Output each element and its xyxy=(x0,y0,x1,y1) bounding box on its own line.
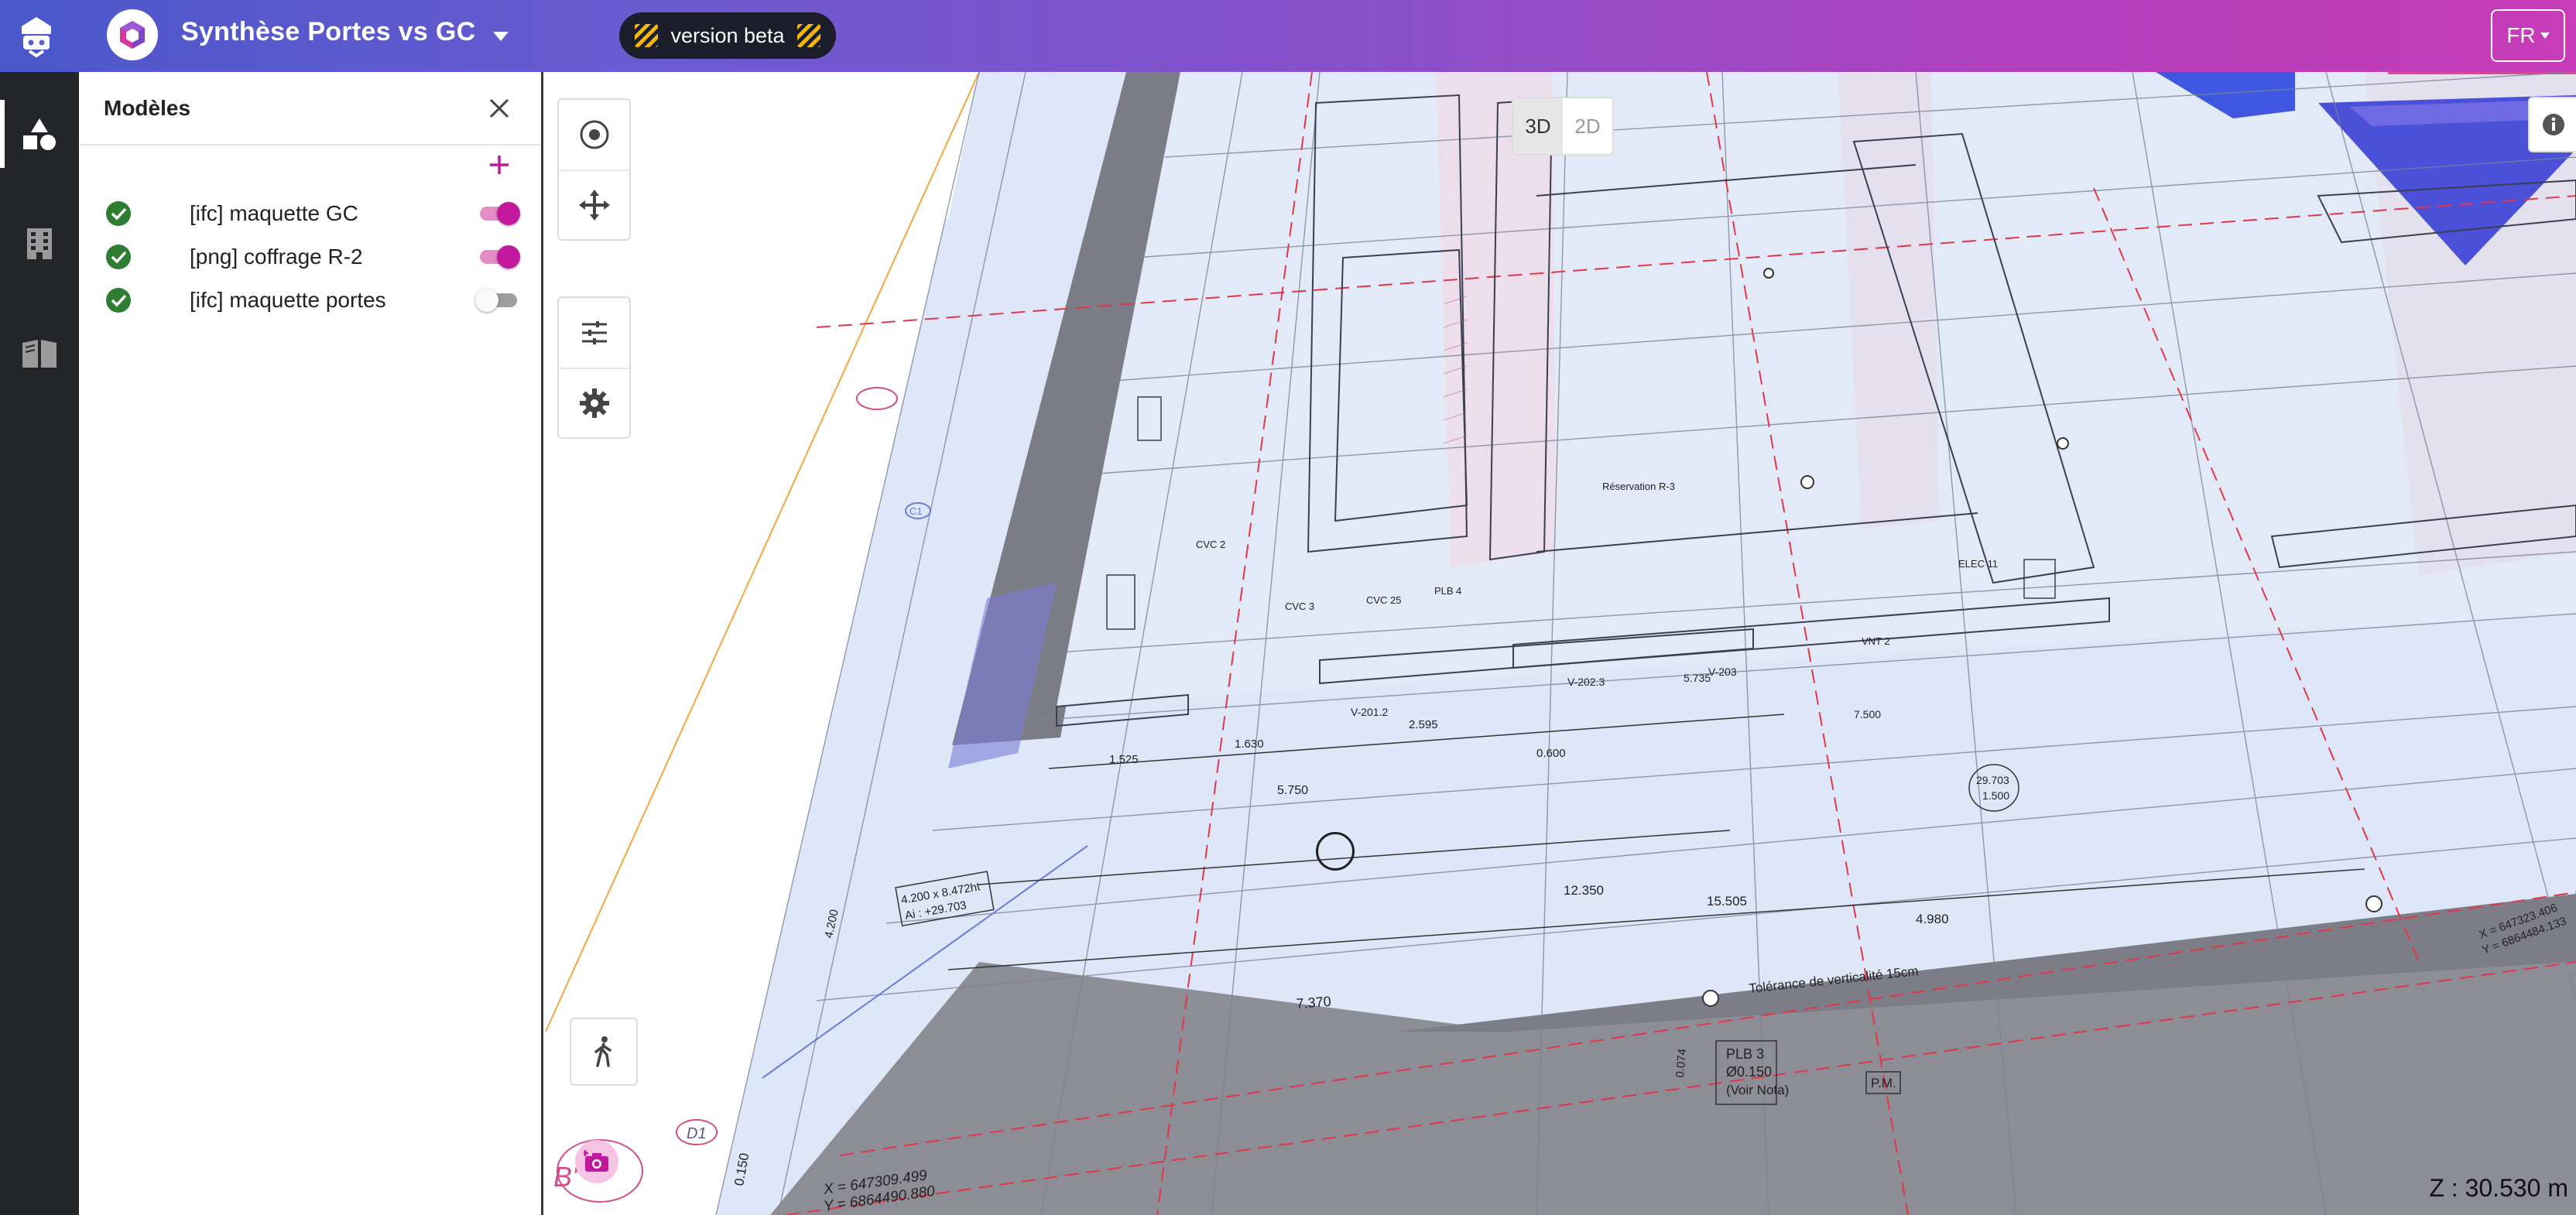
models-panel: Modèles [ifc] maquette GC [png] coffrage… xyxy=(79,72,543,1215)
model-row[interactable]: [png] coffrage R-2 xyxy=(79,235,543,279)
dim-1525: 1.525 xyxy=(1109,753,1139,766)
axis-c1-label: C1 xyxy=(909,505,923,517)
left-rail xyxy=(0,72,79,1215)
camera-icon xyxy=(584,1150,608,1172)
v2012-label: V-201.2 xyxy=(1351,706,1388,718)
plb3-label: PLB 3 xyxy=(1726,1046,1764,1062)
cvc2-label: CVC 2 xyxy=(1196,539,1225,550)
construction-icon xyxy=(635,24,659,47)
dim-1630: 1.630 xyxy=(1235,738,1264,751)
close-icon[interactable] xyxy=(482,91,516,125)
navigation-tools xyxy=(557,98,631,241)
mode-3d-button[interactable]: 3D xyxy=(1513,98,1563,154)
3d-viewport[interactable]: Tolérance de verticalité 15cm PLB 3 Ø0.1… xyxy=(546,72,2576,1215)
plb3-dia-label: Ø0.150 xyxy=(1726,1064,1772,1080)
walk-icon xyxy=(594,1036,611,1067)
rail-item-objects[interactable] xyxy=(0,87,79,180)
visibility-toggle[interactable] xyxy=(475,200,522,228)
dim-15505: 15.505 xyxy=(1707,894,1747,909)
dim-2595: 2.595 xyxy=(1409,718,1438,731)
panel-title: Modèles xyxy=(104,95,191,120)
book-icon xyxy=(22,340,57,368)
chevron-down-icon[interactable] xyxy=(488,23,514,50)
brand-logo-icon[interactable] xyxy=(0,0,72,72)
language-label: FR xyxy=(2506,23,2536,47)
add-model-button[interactable] xyxy=(484,149,515,180)
screenshot-button[interactable] xyxy=(575,1140,618,1183)
objects-icon xyxy=(23,118,56,150)
axis-d1-label: D1 xyxy=(687,1125,707,1142)
model-label: [ifc] maquette GC xyxy=(190,201,358,225)
project-title[interactable]: Synthèse Portes vs GC xyxy=(181,17,475,47)
model-row[interactable]: [ifc] maquette portes xyxy=(79,279,543,322)
chevron-down-icon xyxy=(2540,33,2550,39)
walk-mode-button[interactable] xyxy=(570,1018,638,1086)
focus-button[interactable] xyxy=(559,100,629,169)
target-icon xyxy=(580,120,608,149)
construction-icon xyxy=(796,24,820,47)
move-icon xyxy=(578,190,610,221)
reservation-label: Réservation R-3 xyxy=(1602,481,1675,492)
pm-label: P.M. xyxy=(1871,1076,1896,1090)
check-circle-icon xyxy=(106,288,131,313)
dim-7370: 7.370 xyxy=(1296,994,1331,1011)
dim-0074: 0.074 xyxy=(1673,1048,1689,1078)
settings-button[interactable] xyxy=(559,368,629,437)
visibility-toggle[interactable] xyxy=(475,243,522,271)
elec11-label: ELEC 11 xyxy=(1958,558,1998,570)
spot-level: 29.703 xyxy=(1976,774,2009,786)
plus-icon xyxy=(490,156,509,174)
info-button[interactable] xyxy=(2528,97,2576,152)
dim-0600: 0.600 xyxy=(1536,747,1566,760)
rail-item-buildings[interactable] xyxy=(0,197,79,290)
v2023-label: V-202.3 xyxy=(1567,676,1605,688)
plb3-note-label: (Voir Nota) xyxy=(1726,1083,1789,1097)
vnt2-label: VNT 2 xyxy=(1862,635,1890,647)
dim-5735: 5.735 xyxy=(1684,672,1711,684)
building-icon xyxy=(27,228,52,259)
dim-5750: 5.750 xyxy=(1277,784,1308,797)
beta-badge: version beta xyxy=(619,12,836,59)
plb4-label: PLB 4 xyxy=(1434,585,1461,597)
cvc25-label: CVC 25 xyxy=(1366,594,1402,606)
z-coordinate-readout: Z : 30.530 m xyxy=(2429,1174,2568,1202)
info-icon xyxy=(2543,114,2564,135)
check-circle-icon xyxy=(106,201,131,226)
cube-icon xyxy=(107,9,158,60)
dim-4980: 4.980 xyxy=(1916,912,1949,926)
filters-button[interactable] xyxy=(559,298,629,368)
panel-header: Modèles xyxy=(79,72,541,145)
beta-label: version beta xyxy=(670,23,785,47)
language-selector[interactable]: FR xyxy=(2491,9,2565,62)
view-mode-switch: 3D 2D xyxy=(1512,97,1614,156)
mode-2d-button[interactable]: 2D xyxy=(1563,98,1612,154)
plan-drawing: Tolérance de verticalité 15cm PLB 3 Ø0.1… xyxy=(546,72,2576,1215)
settings-tools xyxy=(557,296,631,439)
gear-icon xyxy=(579,388,609,418)
sliders-icon xyxy=(581,321,607,344)
check-circle-icon xyxy=(106,245,131,269)
model-row[interactable]: [ifc] maquette GC xyxy=(79,192,543,235)
cvc3-label: CVC 3 xyxy=(1285,601,1314,612)
v203-label: V-203 xyxy=(1708,666,1737,678)
cursor-target xyxy=(1316,832,1355,871)
dim-12350: 12.350 xyxy=(1564,883,1604,898)
spot-level-2: 1.500 xyxy=(1982,789,2009,802)
axis-b-label: B' xyxy=(553,1161,578,1193)
visibility-toggle[interactable] xyxy=(475,286,522,314)
pan-button[interactable] xyxy=(559,169,629,239)
dim-7500: 7.500 xyxy=(1854,708,1881,720)
model-label: [ifc] maquette portes xyxy=(190,288,386,312)
rail-item-documents[interactable] xyxy=(0,307,79,400)
top-bar: Synthèse Portes vs GC version beta FR xyxy=(0,0,2576,72)
model-label: [png] coffrage R-2 xyxy=(190,245,363,269)
